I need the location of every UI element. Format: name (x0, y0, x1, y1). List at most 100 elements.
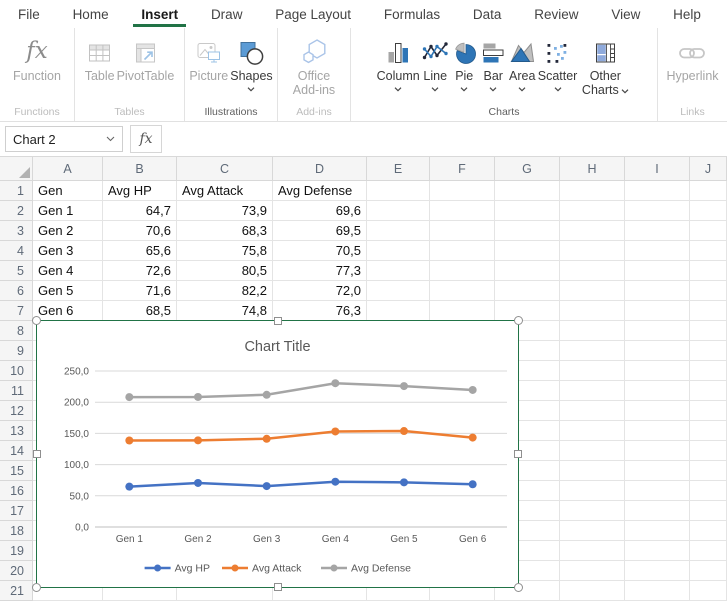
cell-e6[interactable] (367, 281, 430, 301)
row-header-13[interactable]: 13 (0, 421, 33, 441)
cell-h3[interactable] (560, 221, 625, 241)
row-header-6[interactable]: 6 (0, 281, 33, 301)
cell-i10[interactable] (625, 361, 690, 381)
cell-d1[interactable]: Avg Defense (273, 181, 367, 201)
embedded-chart[interactable]: Chart Title0,050,0100,0150,0200,0250,0Ge… (36, 320, 519, 588)
cell-h13[interactable] (560, 421, 625, 441)
cell-i13[interactable] (625, 421, 690, 441)
cell-g6[interactable] (495, 281, 560, 301)
cell-f4[interactable] (430, 241, 495, 261)
cell-i8[interactable] (625, 321, 690, 341)
row-header-7[interactable]: 7 (0, 301, 33, 321)
cell-f6[interactable] (430, 281, 495, 301)
cell-j1[interactable] (690, 181, 727, 201)
insert-function-button[interactable]: fx (130, 125, 162, 153)
cell-i6[interactable] (625, 281, 690, 301)
chart-resize-handle-n[interactable] (274, 317, 282, 325)
cell-e2[interactable] (367, 201, 430, 221)
cell-j4[interactable] (690, 241, 727, 261)
cell-b1[interactable]: Avg HP (103, 181, 177, 201)
cell-f5[interactable] (430, 261, 495, 281)
cell-j20[interactable] (690, 561, 727, 581)
cell-d3[interactable]: 69,5 (273, 221, 367, 241)
tab-insert[interactable]: Insert (139, 0, 180, 28)
chart-resize-handle-ne[interactable] (514, 316, 523, 325)
cell-c5[interactable]: 80,5 (177, 261, 273, 281)
cell-h16[interactable] (560, 481, 625, 501)
chart-resize-handle-sw[interactable] (32, 583, 41, 592)
cell-h17[interactable] (560, 501, 625, 521)
row-header-15[interactable]: 15 (0, 461, 33, 481)
row-header-20[interactable]: 20 (0, 561, 33, 581)
cell-c1[interactable]: Avg Attack (177, 181, 273, 201)
cell-b6[interactable]: 71,6 (103, 281, 177, 301)
cell-c4[interactable]: 75,8 (177, 241, 273, 261)
cell-h18[interactable] (560, 521, 625, 541)
cell-f1[interactable] (430, 181, 495, 201)
cell-e1[interactable] (367, 181, 430, 201)
cell-b2[interactable]: 64,7 (103, 201, 177, 221)
cell-a4[interactable]: Gen 3 (33, 241, 103, 261)
row-header-10[interactable]: 10 (0, 361, 33, 381)
cell-g7[interactable] (495, 301, 560, 321)
column-header-e[interactable]: E (367, 157, 430, 181)
column-header-d[interactable]: D (273, 157, 367, 181)
tab-file[interactable]: File (16, 0, 42, 28)
cell-a1[interactable]: Gen (33, 181, 103, 201)
cell-j14[interactable] (690, 441, 727, 461)
cell-d5[interactable]: 77,3 (273, 261, 367, 281)
cell-h9[interactable] (560, 341, 625, 361)
cell-g3[interactable] (495, 221, 560, 241)
row-header-4[interactable]: 4 (0, 241, 33, 261)
cell-i5[interactable] (625, 261, 690, 281)
name-box[interactable]: Chart 2 (5, 126, 123, 152)
tab-formulas[interactable]: Formulas (382, 0, 442, 28)
cell-c3[interactable]: 68,3 (177, 221, 273, 241)
cell-h10[interactable] (560, 361, 625, 381)
cell-i4[interactable] (625, 241, 690, 261)
column-header-i[interactable]: I (625, 157, 690, 181)
cell-j19[interactable] (690, 541, 727, 561)
cell-d2[interactable]: 69,6 (273, 201, 367, 221)
cell-j13[interactable] (690, 421, 727, 441)
cell-e5[interactable] (367, 261, 430, 281)
chart-resize-handle-w[interactable] (33, 450, 41, 458)
select-all-button[interactable] (0, 157, 33, 181)
tab-page-layout[interactable]: Page Layout (273, 0, 353, 28)
cell-b4[interactable]: 65,6 (103, 241, 177, 261)
cell-h19[interactable] (560, 541, 625, 561)
cell-e3[interactable] (367, 221, 430, 241)
row-header-17[interactable]: 17 (0, 501, 33, 521)
cell-i9[interactable] (625, 341, 690, 361)
cell-h21[interactable] (560, 581, 625, 601)
cell-e4[interactable] (367, 241, 430, 261)
cell-j9[interactable] (690, 341, 727, 361)
row-header-12[interactable]: 12 (0, 401, 33, 421)
cell-i16[interactable] (625, 481, 690, 501)
cell-h4[interactable] (560, 241, 625, 261)
cell-a2[interactable]: Gen 1 (33, 201, 103, 221)
cell-j2[interactable] (690, 201, 727, 221)
cell-j16[interactable] (690, 481, 727, 501)
cell-i17[interactable] (625, 501, 690, 521)
cell-g1[interactable] (495, 181, 560, 201)
cell-h7[interactable] (560, 301, 625, 321)
cell-h6[interactable] (560, 281, 625, 301)
cell-d6[interactable]: 72,0 (273, 281, 367, 301)
cell-a5[interactable]: Gen 4 (33, 261, 103, 281)
cell-e7[interactable] (367, 301, 430, 321)
cell-b3[interactable]: 70,6 (103, 221, 177, 241)
row-header-9[interactable]: 9 (0, 341, 33, 361)
row-header-21[interactable]: 21 (0, 581, 33, 601)
row-header-3[interactable]: 3 (0, 221, 33, 241)
tab-data[interactable]: Data (471, 0, 504, 28)
cell-j6[interactable] (690, 281, 727, 301)
column-header-g[interactable]: G (495, 157, 560, 181)
cell-i3[interactable] (625, 221, 690, 241)
cell-g2[interactable] (495, 201, 560, 221)
tab-review[interactable]: Review (532, 0, 580, 28)
cell-j5[interactable] (690, 261, 727, 281)
cell-i11[interactable] (625, 381, 690, 401)
cell-b5[interactable]: 72,6 (103, 261, 177, 281)
cell-d7[interactable]: 76,3 (273, 301, 367, 321)
